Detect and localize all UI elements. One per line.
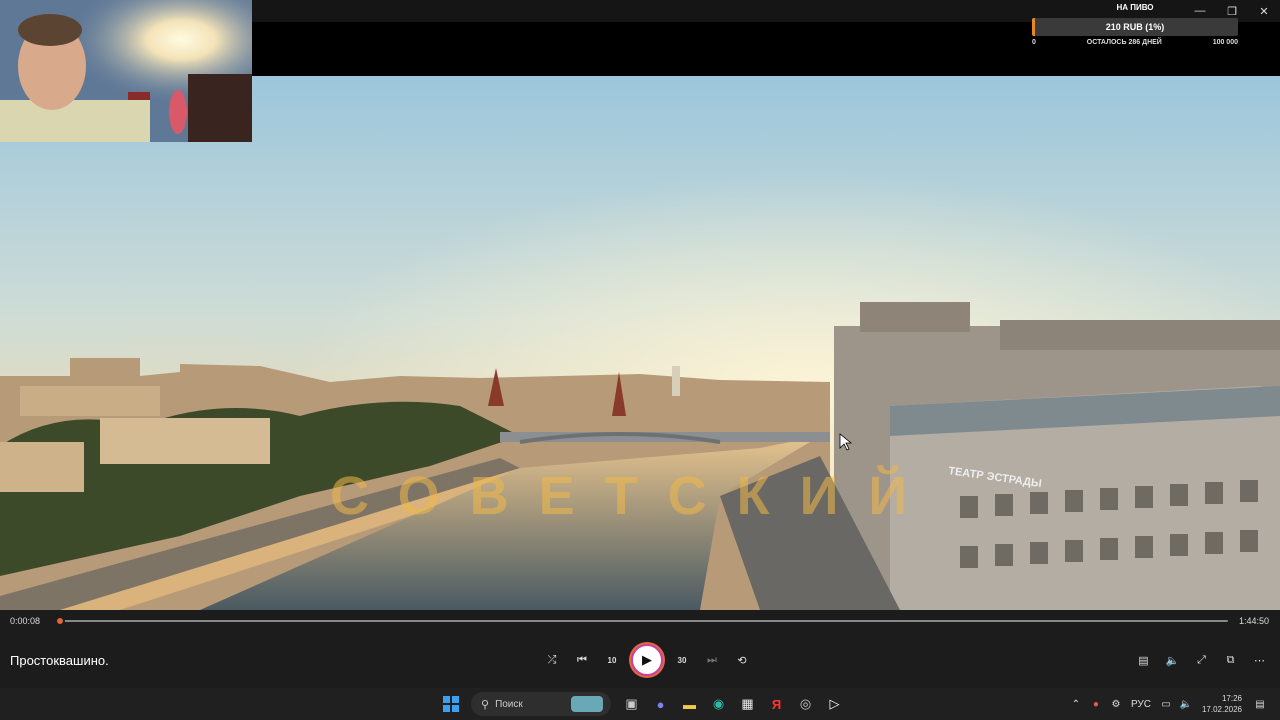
player-extra-controls: ▤ 🔈 ⤢ ⧉ ⋯ [1129,643,1274,677]
total-time: 1:44:50 [1238,616,1269,626]
close-icon[interactable]: ✕ [1248,0,1280,22]
search-icon: ⚲ [481,698,490,711]
forward-label: 30 [677,655,687,665]
speaker-icon[interactable]: 🔈 [1176,699,1196,710]
seek-bar[interactable] [54,616,1228,626]
start-icon[interactable] [436,690,465,718]
donation-min: 0 [1032,39,1036,46]
seek-handle[interactable] [54,616,65,626]
previous-icon[interactable]: ⏮ [567,643,597,677]
clock-time: 17:26 [1221,694,1242,703]
system-tray: ⌃ ● ⚙ РУС ▭ 🔈 17:26 17.02.2026 ▤ [1066,688,1270,720]
play-icon[interactable]: ▶ [631,644,663,676]
taskbar: ⚲ Поиск ▣ ● ▬ ◉ ▦ Я ◎ ▷ ⌃ ● ⚙ РУС ▭ 🔈 17… [0,688,1280,720]
media-title: Простоквашино. [10,653,109,668]
transport-controls: ⤮ ⏮ 10 ▶ 30 ⏭ ⟲ [537,643,757,677]
current-time: 0:00:08 [10,616,41,626]
forward-30-button[interactable]: 30 [667,643,697,677]
task-view-icon[interactable]: ▣ [617,690,646,718]
media-player-icon[interactable]: ▷ [820,690,849,718]
donation-goal-widget: НА ПИВО 210 RUB (1%) 0 ОСТАЛОСЬ 286 ДНЕЙ… [1032,3,1238,46]
network-icon[interactable]: ▭ [1156,699,1176,710]
mini-player-icon[interactable]: ⧉ [1216,643,1245,677]
microphone-icon[interactable]: ● [1086,699,1106,710]
repeat-off-icon[interactable]: ⟲ [727,643,757,677]
next-icon[interactable]: ⏭ [697,643,727,677]
file-explorer-icon[interactable]: ▬ [675,690,704,718]
show-hidden-icons-icon[interactable]: ⌃ [1066,699,1086,710]
yandex-icon[interactable]: Я [762,690,791,718]
rewind-label: 10 [607,655,617,665]
search-placeholder: Поиск [495,698,523,710]
video-frame[interactable]: ТЕАТР ЭСТРАДЫ СОВЕТСКИЙ [0,76,1280,610]
security-icon[interactable]: ⚙ [1106,699,1126,710]
webcam-image [0,0,252,142]
video-title-overlay: СОВЕТСКИЙ [330,465,937,526]
taskbar-apps: ⚲ Поиск ▣ ● ▬ ◉ ▦ Я ◎ ▷ [436,690,849,718]
player-controls: 0:00:08 1:44:50 Простоквашино. ⤮ ⏮ 10 ▶ … [0,610,1280,688]
teams-icon[interactable]: ● [646,690,675,718]
notifications-icon[interactable]: ▤ [1250,699,1270,710]
donation-progress-bar: 210 RUB (1%) [1032,18,1238,36]
donation-amount: 210 RUB (1%) [1105,22,1165,32]
donation-remaining: ОСТАЛОСЬ 286 ДНЕЙ [1086,39,1162,46]
search-highlight-icon [571,696,603,712]
clock-date: 17.02.2026 [1201,705,1242,714]
fullscreen-icon[interactable]: ⤢ [1187,643,1216,677]
donation-max: 100 000 [1212,39,1238,46]
taskbar-search[interactable]: ⚲ Поиск [471,692,611,716]
captions-icon[interactable]: ▤ [1129,643,1158,677]
rewind-10-button[interactable]: 10 [597,643,627,677]
webcam-overlay [0,0,252,142]
language-indicator[interactable]: РУС [1126,699,1156,710]
edge-icon[interactable]: ◉ [704,690,733,718]
clock[interactable]: 17:26 17.02.2026 [1202,693,1242,715]
video-scene: ТЕАТР ЭСТРАДЫ СОВЕТСКИЙ [0,76,1280,610]
donation-title: НА ПИВО [1116,3,1154,12]
chrome-icon[interactable]: ◎ [791,690,820,718]
shuffle-icon[interactable]: ⤮ [537,643,567,677]
store-icon[interactable]: ▦ [733,690,762,718]
volume-icon[interactable]: 🔈 [1158,643,1187,677]
more-icon[interactable]: ⋯ [1245,643,1274,677]
